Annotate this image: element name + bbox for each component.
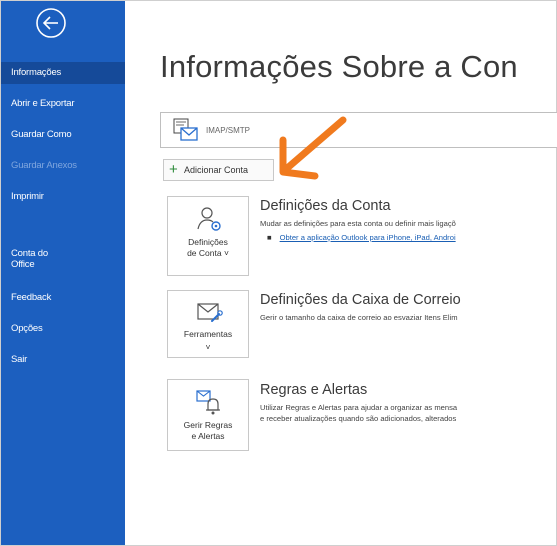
tile-label: Gerir Regras xyxy=(183,420,233,430)
nav-abrir-exportar[interactable]: Abrir e Exportar xyxy=(1,93,125,115)
add-account-label: Adicionar Conta xyxy=(184,165,249,175)
nav-conta-office[interactable]: Conta do Office xyxy=(1,246,71,276)
orange-arrow-annotation xyxy=(275,116,355,186)
tile-label: e Alertas xyxy=(191,431,225,441)
main-content: Informações Sobre a Con IMAP/SMTP + Adic… xyxy=(125,1,557,545)
back-arrow-icon[interactable] xyxy=(34,6,68,40)
section-description: Mudar as definições para esta conta ou d… xyxy=(260,219,456,228)
section-description: Utilizar Regras e Alertas para ajudar a … xyxy=(260,403,458,412)
rules-alerts-tile[interactable]: Gerir Regras e Alertas xyxy=(167,379,249,451)
section-title: Definições da Conta xyxy=(260,198,391,214)
nav-imprimir[interactable]: Imprimir xyxy=(1,186,125,208)
tile-label: Ferramentas xyxy=(183,329,233,339)
backstage-sidebar: Informações Abrir e Exportar Guardar Com… xyxy=(1,1,125,545)
tile-label: de Conta ˅ xyxy=(187,248,229,258)
account-type-label: IMAP/SMTP xyxy=(206,126,251,135)
account-selector[interactable]: IMAP/SMTP xyxy=(160,112,557,148)
section-description: Gerir o tamanho da caixa de correio ao e… xyxy=(260,313,458,322)
rules-bell-icon xyxy=(194,388,224,416)
section-title: Regras e Alertas xyxy=(260,382,368,398)
account-settings-tile[interactable]: Definições de Conta ˅ xyxy=(167,196,249,276)
bullet: ■ xyxy=(267,233,272,242)
section-description: e receber atualizações quando são adicio… xyxy=(260,414,457,423)
plus-icon: + xyxy=(169,161,178,178)
mailbox-icon xyxy=(173,118,199,142)
section-title: Definições da Caixa de Correio xyxy=(260,292,461,308)
add-account-button[interactable]: + Adicionar Conta xyxy=(163,159,274,181)
user-gear-icon xyxy=(194,205,224,233)
outlook-mobile-link[interactable]: Obter a aplicação Outlook para iPhone, i… xyxy=(280,233,456,242)
nav-guardar-anexos: Guardar Anexos xyxy=(11,160,77,171)
nav-feedback[interactable]: Feedback xyxy=(1,287,125,309)
nav-sair[interactable]: Sair xyxy=(1,349,125,371)
page-title: Informações Sobre a Con xyxy=(160,49,518,84)
nav-informacoes[interactable]: Informações xyxy=(1,62,125,84)
nav-guardar-como[interactable]: Guardar Como xyxy=(1,124,125,146)
chevron-down-icon: ˅ xyxy=(205,342,211,352)
tile-label: Definições xyxy=(188,237,228,247)
nav-opcoes[interactable]: Opções xyxy=(1,318,125,340)
outlook-mobile-link-row: ■ Obter a aplicação Outlook para iPhone, … xyxy=(267,232,456,243)
tools-tile[interactable]: Ferramentas ˅ xyxy=(167,290,249,358)
mailbox-tools-icon xyxy=(194,299,224,327)
